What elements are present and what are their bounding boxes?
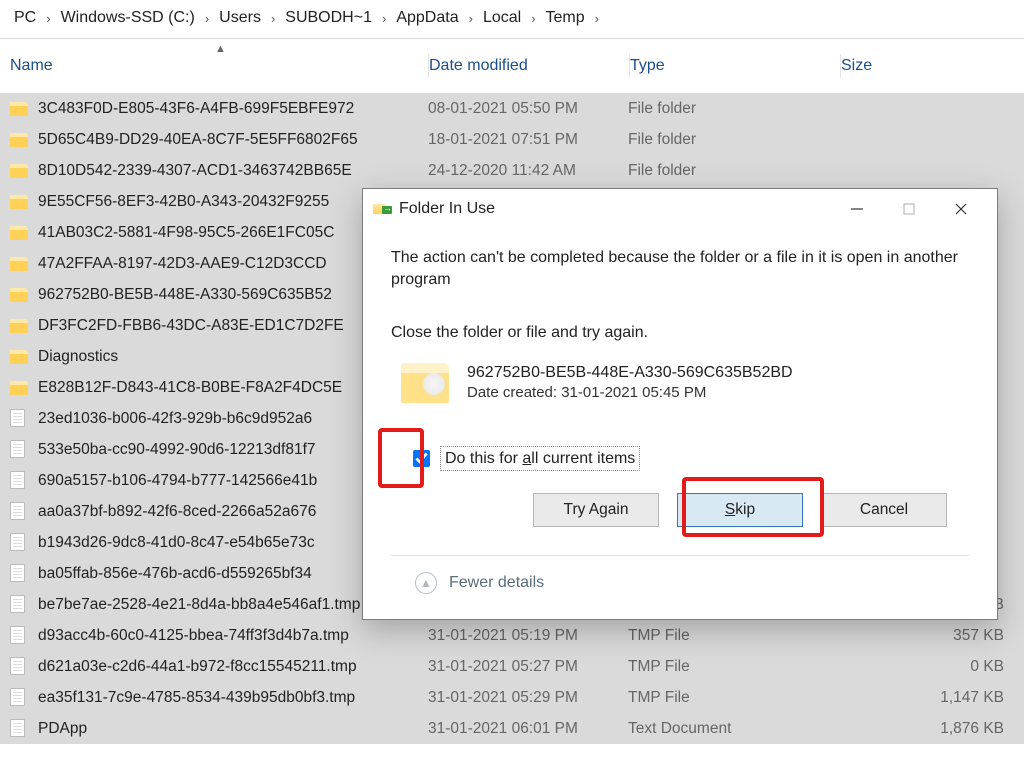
folder-icon (10, 285, 30, 305)
file-type: Text Document (628, 720, 838, 738)
file-icon (10, 502, 30, 522)
dialog-titlebar[interactable]: Folder In Use (363, 189, 997, 229)
file-type: File folder (628, 162, 838, 180)
file-date: 31-01-2021 05:19 PM (428, 627, 628, 645)
dialog-folder-in-use: Folder In Use The action can't be comple… (362, 188, 998, 620)
file-type: File folder (628, 100, 838, 118)
file-date: 24-12-2020 11:42 AM (428, 162, 628, 180)
folder-icon (10, 161, 30, 181)
file-size: 1,876 KB (838, 720, 1024, 738)
folder-move-icon (373, 202, 391, 216)
close-button[interactable] (935, 192, 987, 226)
file-name: 8D10D542-2339-4307-ACD1-3463742BB65E (38, 162, 428, 180)
dialog-message-2: Close the folder or file and try again. (391, 322, 969, 344)
skip-button[interactable]: Skip (677, 493, 803, 527)
breadcrumb-item[interactable]: AppData (386, 9, 468, 27)
breadcrumb-item[interactable]: Local (473, 9, 531, 27)
file-type: TMP File (628, 689, 838, 707)
file-name: PDApp (38, 720, 428, 738)
file-name: 5D65C4B9-DD29-40EA-8C7F-5E5FF6802F65 (38, 131, 428, 149)
chevron-up-icon: ▲ (415, 572, 437, 594)
file-date: 31-01-2021 06:01 PM (428, 720, 628, 738)
do-for-all-checkbox[interactable] (413, 450, 430, 467)
col-date[interactable]: Date modified (429, 57, 629, 75)
folder-large-icon (401, 363, 449, 403)
file-icon (10, 719, 30, 739)
file-date: 31-01-2021 05:29 PM (428, 689, 628, 707)
file-name: 3C483F0D-E805-43F6-A4FB-699F5EBFE972 (38, 100, 428, 118)
file-name: d621a03e-c2d6-44a1-b972-f8cc15545211.tmp (38, 658, 428, 676)
dialog-item-date: Date created: 31-01-2021 05:45 PM (467, 383, 793, 403)
dialog-title: Folder In Use (399, 200, 831, 218)
breadcrumb[interactable]: PC›Windows-SSD (C:)›Users›SUBODH~1›AppDa… (0, 0, 1024, 36)
breadcrumb-item[interactable]: Temp (536, 9, 595, 27)
file-icon (10, 440, 30, 460)
do-for-all-label[interactable]: Do this for all current items (440, 446, 640, 472)
file-name: d93acc4b-60c0-4125-bbea-74ff3f3d4b7a.tmp (38, 627, 428, 645)
breadcrumb-item[interactable]: PC (4, 9, 46, 27)
col-name[interactable]: ▲Name (10, 57, 428, 75)
column-headers: ▲Name Date modified Type Size (0, 39, 1024, 93)
minimize-button[interactable] (831, 192, 883, 226)
folder-icon (10, 254, 30, 274)
file-size: 357 KB (838, 627, 1024, 645)
cancel-button[interactable]: Cancel (821, 493, 947, 527)
table-row[interactable]: PDApp31-01-2021 06:01 PMText Document1,8… (0, 713, 1024, 744)
file-icon (10, 471, 30, 491)
maximize-button[interactable] (883, 192, 935, 226)
file-icon (10, 626, 30, 646)
table-row[interactable]: d93acc4b-60c0-4125-bbea-74ff3f3d4b7a.tmp… (0, 620, 1024, 651)
breadcrumb-item[interactable]: Users (209, 9, 271, 27)
file-date: 18-01-2021 07:51 PM (428, 131, 628, 149)
file-icon (10, 688, 30, 708)
table-row[interactable]: 3C483F0D-E805-43F6-A4FB-699F5EBFE97208-0… (0, 93, 1024, 124)
folder-icon (10, 223, 30, 243)
file-type: TMP File (628, 658, 838, 676)
file-icon (10, 409, 30, 429)
folder-icon (10, 316, 30, 336)
folder-icon (10, 99, 30, 119)
breadcrumb-item[interactable]: SUBODH~1 (275, 9, 382, 27)
file-icon (10, 657, 30, 677)
chevron-right-icon: › (595, 11, 599, 26)
dialog-message-1: The action can't be completed because th… (391, 247, 969, 290)
folder-icon (10, 347, 30, 367)
folder-icon (10, 378, 30, 398)
file-date: 08-01-2021 05:50 PM (428, 100, 628, 118)
col-size[interactable]: Size (841, 57, 1024, 75)
table-row[interactable]: d621a03e-c2d6-44a1-b972-f8cc15545211.tmp… (0, 651, 1024, 682)
file-type: TMP File (628, 627, 838, 645)
folder-icon (10, 130, 30, 150)
dialog-item-name: 962752B0-BE5B-448E-A330-569C635B52BD (467, 362, 793, 384)
file-type: File folder (628, 131, 838, 149)
col-type[interactable]: Type (630, 57, 840, 75)
file-icon (10, 595, 30, 615)
sort-indicator-icon: ▲ (215, 43, 226, 55)
folder-icon (10, 192, 30, 212)
file-icon (10, 564, 30, 584)
table-row[interactable]: 5D65C4B9-DD29-40EA-8C7F-5E5FF6802F6518-0… (0, 124, 1024, 155)
fewer-details-toggle[interactable]: ▲ Fewer details (391, 572, 969, 594)
file-icon (10, 533, 30, 553)
file-date: 31-01-2021 05:27 PM (428, 658, 628, 676)
file-name: ea35f131-7c9e-4785-8534-439b95db0bf3.tmp (38, 689, 428, 707)
file-size: 1,147 KB (838, 689, 1024, 707)
breadcrumb-item[interactable]: Windows-SSD (C:) (51, 9, 205, 27)
table-row[interactable]: ea35f131-7c9e-4785-8534-439b95db0bf3.tmp… (0, 682, 1024, 713)
file-size: 0 KB (838, 658, 1024, 676)
try-again-button[interactable]: Try Again (533, 493, 659, 527)
table-row[interactable]: 8D10D542-2339-4307-ACD1-3463742BB65E24-1… (0, 155, 1024, 186)
